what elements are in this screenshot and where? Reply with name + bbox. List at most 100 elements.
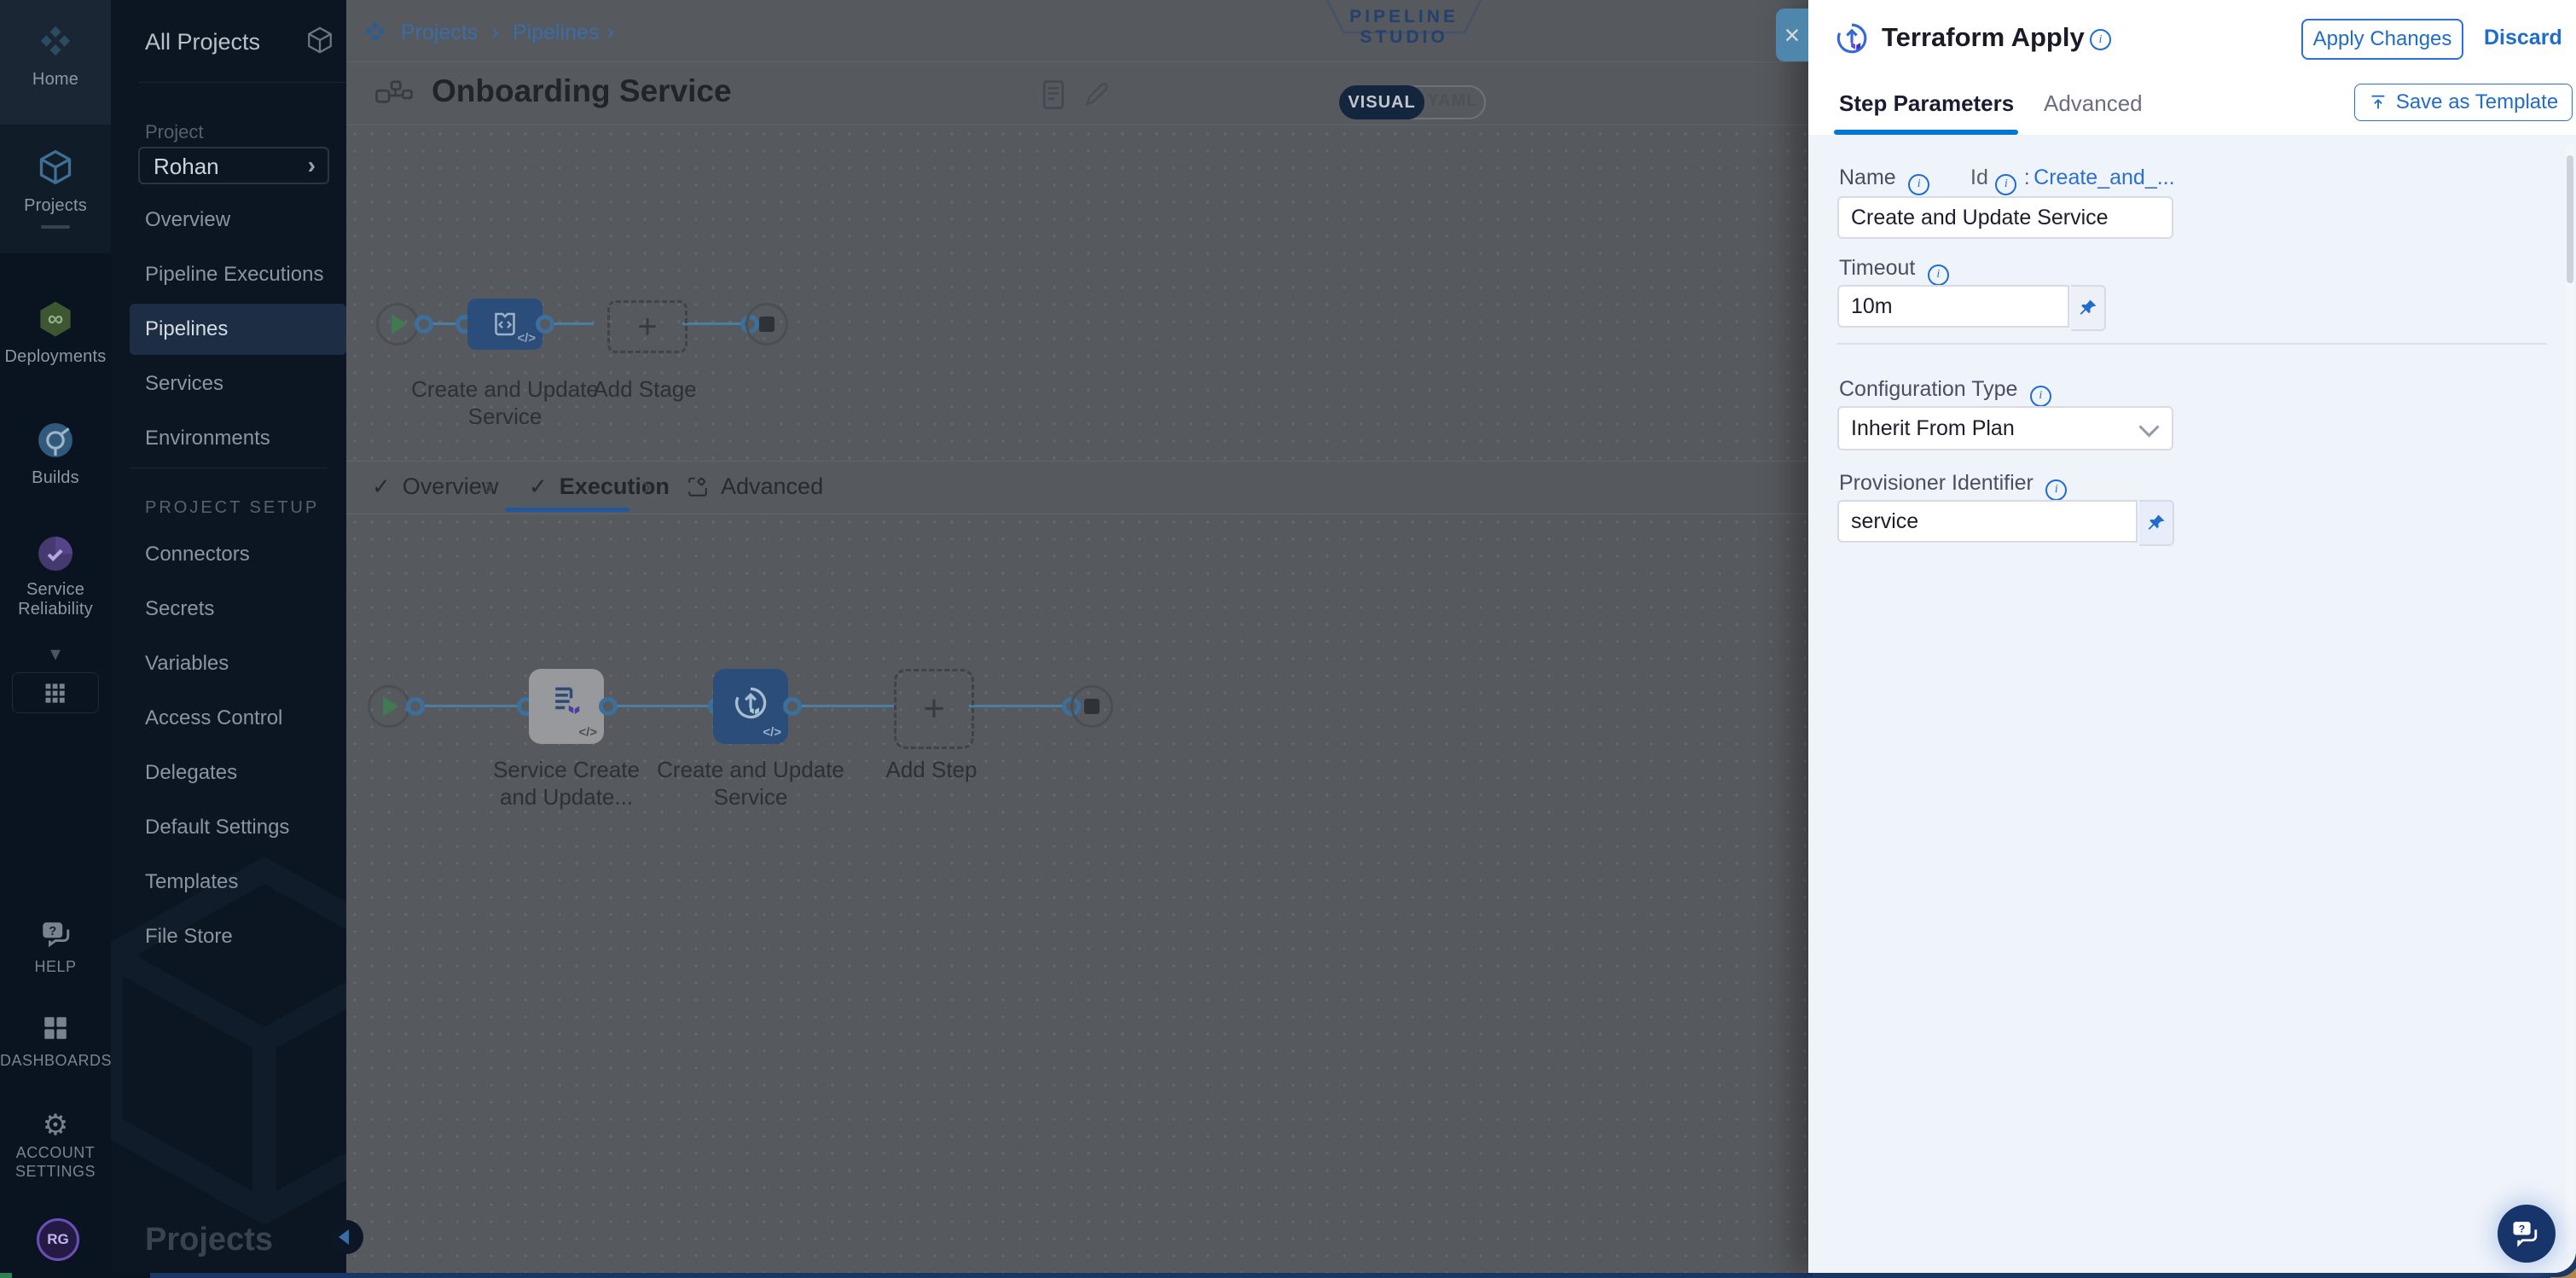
drawer-title: Terraform Apply [1882, 22, 2085, 53]
sidebar-item-variables[interactable]: Variables [145, 652, 229, 676]
step-node-service-create-and-update[interactable]: </> [529, 669, 604, 744]
breadcrumb-separator: › [606, 19, 614, 45]
pipeline-title: Onboarding Service [432, 73, 732, 109]
sidebar-item-overview[interactable]: Overview [145, 208, 230, 232]
sidebar-item-default-settings[interactable]: Default Settings [145, 816, 289, 839]
sidebar-item-secrets[interactable]: Secrets [145, 597, 214, 621]
name-input[interactable] [1837, 196, 2173, 239]
rail-projects-cell[interactable]: Projects [0, 125, 111, 253]
play-icon [383, 696, 398, 717]
id-value-link[interactable]: Create_and_... [2034, 166, 2174, 189]
chevron-separator: › [642, 470, 652, 502]
play-icon [392, 314, 407, 334]
svg-text:?: ? [2519, 1223, 2526, 1234]
avatar[interactable]: RG [37, 1218, 79, 1261]
sidebar-footer-title: Projects [145, 1222, 273, 1258]
collapse-arrow-icon [339, 1229, 349, 1245]
info-icon[interactable]: i [1995, 174, 2016, 195]
project-select[interactable]: Rohan › [138, 147, 329, 184]
module-picker-button[interactable] [12, 672, 99, 713]
rail-builds[interactable]: Builds [0, 420, 111, 488]
project-setup-header: PROJECT SETUP [145, 498, 319, 518]
chevron-right-icon: › [308, 152, 316, 179]
rail-dashboards[interactable]: DASHBOARDS [0, 1014, 111, 1070]
add-stage-label: Add Stage [551, 375, 739, 403]
info-icon[interactable]: i [2045, 479, 2067, 501]
rail-home-cell[interactable]: Home [0, 0, 111, 125]
chevron-separator: › [484, 470, 494, 502]
step-config-drawer: Terraform Apply i Apply Changes Discard … [1808, 0, 2576, 1273]
code-icon: </> [763, 725, 781, 740]
add-step-label: Add Step [838, 756, 1025, 783]
all-projects-cube-icon[interactable] [305, 26, 334, 55]
provisioner-input[interactable] [1837, 500, 2138, 543]
cube-watermark [111, 836, 346, 1246]
drawer-scrollbar-thumb[interactable] [2567, 155, 2573, 283]
info-icon[interactable]: i [2090, 29, 2111, 50]
tab-step-parameters[interactable]: Step Parameters [1839, 90, 2014, 117]
help-chat-button[interactable]: ? [2498, 1205, 2556, 1263]
rail-service-reliability[interactable]: Service Reliability [0, 533, 111, 619]
modules-chevron-icon[interactable]: ▾ [0, 642, 111, 666]
timeout-input[interactable] [1837, 285, 2069, 328]
info-icon[interactable]: i [2030, 386, 2051, 407]
tab-yaml[interactable]: YAML [1421, 87, 1484, 114]
sidebar-item-connectors[interactable]: Connectors [145, 543, 250, 566]
rail-projects-label: Projects [0, 196, 111, 216]
tab-visual[interactable]: VISUAL [1339, 85, 1424, 119]
notes-icon[interactable] [1042, 80, 1065, 109]
gear-icon: ⚙ [0, 1109, 111, 1141]
execution-end-node[interactable] [1070, 685, 1113, 728]
stage-node-create-and-update-service[interactable]: </> [467, 299, 542, 350]
id-label: Id [1970, 166, 1988, 189]
save-as-template-button[interactable]: Save as Template [2354, 84, 2573, 121]
code-icon: </> [517, 331, 536, 346]
sidebar-item-access-control[interactable]: Access Control [145, 706, 282, 730]
provisioner-label-row: Provisioner Identifier i [1839, 471, 2067, 501]
sidebar-item-file-store[interactable]: File Store [145, 925, 233, 949]
pipeline-start-node[interactable] [376, 303, 419, 346]
breadcrumb-link-projects[interactable]: Projects [401, 20, 478, 45]
grid-icon [43, 681, 67, 705]
harness-logo-icon [363, 19, 388, 44]
pipeline-end-node[interactable] [746, 303, 788, 346]
sidebar-item-templates[interactable]: Templates [145, 870, 238, 894]
discard-button[interactable]: Discard [2484, 26, 2562, 50]
sidebar-item-delegates[interactable]: Delegates [145, 761, 237, 785]
terraform-apply-icon [1834, 20, 1870, 56]
apply-changes-button[interactable]: Apply Changes [2301, 19, 2463, 60]
name-label: Name [1839, 166, 1896, 189]
rail-deployments[interactable]: ∞ Deployments [0, 299, 111, 367]
execution-start-node[interactable] [368, 685, 410, 728]
sidebar-item-pipelines[interactable]: Pipelines [145, 317, 228, 341]
add-stage-button[interactable]: + [607, 300, 688, 353]
edit-pencil-icon[interactable] [1082, 78, 1111, 109]
rail-help-label: HELP [0, 958, 111, 976]
sidebar-item-services[interactable]: Services [145, 372, 223, 396]
info-icon[interactable]: i [1908, 174, 1929, 195]
breadcrumb-link-pipelines[interactable]: Pipelines [513, 20, 599, 45]
tab-advanced[interactable]: Advanced [687, 473, 823, 500]
tab-overview[interactable]: ✓ Overview [372, 473, 498, 500]
config-type-select[interactable]: Inherit From Plan [1837, 406, 2173, 450]
left-nav-rail: Home Projects ∞ Deployments Builds [0, 0, 111, 1273]
step1-label: Service Create and Update... [473, 756, 660, 810]
config-type-label: Configuration Type [1839, 377, 2017, 401]
rail-account-settings[interactable]: ⚙ ACCOUNT SETTINGS [0, 1109, 111, 1181]
add-step-button[interactable]: + [894, 669, 974, 749]
tab-advanced[interactable]: Advanced [2044, 90, 2143, 117]
drawer-close-button[interactable]: × [1776, 9, 1808, 61]
sidebar-item-pipeline-executions[interactable]: Pipeline Executions [145, 263, 323, 287]
timeout-pin-button[interactable] [2071, 285, 2106, 331]
drawer-scrollbar-track[interactable] [2566, 143, 2574, 1252]
sidebar-collapse-handle[interactable] [329, 1220, 363, 1254]
breadcrumb-bar: Projects › Pipelines › [346, 0, 1808, 61]
all-projects-label[interactable]: All Projects [145, 29, 260, 55]
info-icon[interactable]: i [1928, 264, 1949, 286]
rail-help[interactable]: ? HELP [0, 920, 111, 976]
provisioner-pin-button[interactable] [2139, 500, 2174, 546]
sidebar-item-environments[interactable]: Environments [145, 427, 270, 450]
builds-icon [35, 420, 76, 461]
step-node-create-and-update-service[interactable]: </> [713, 669, 788, 744]
breadcrumb-separator: › [491, 19, 499, 45]
